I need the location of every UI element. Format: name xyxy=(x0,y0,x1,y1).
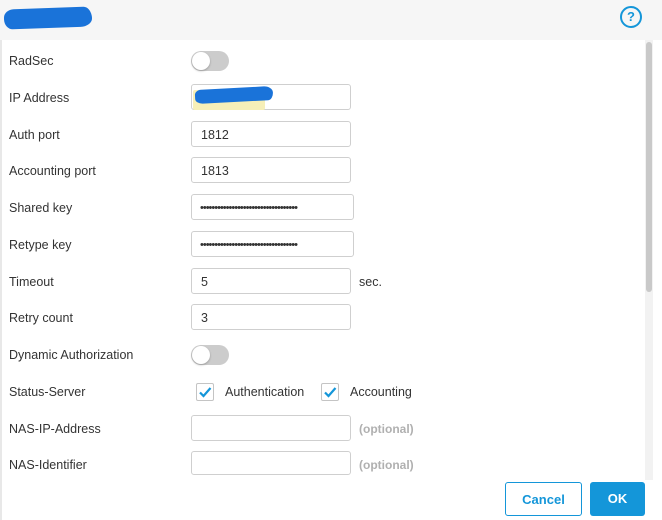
auth-port-input[interactable]: 1812 xyxy=(191,121,351,147)
nas-identifier-row: NAS-Identifier (optional) xyxy=(0,451,640,479)
retry-count-row: Retry count 3 xyxy=(0,304,640,332)
timeout-label: Timeout xyxy=(9,275,54,289)
nas-identifier-label: NAS-Identifier xyxy=(9,458,87,472)
auth-port-label: Auth port xyxy=(9,128,60,142)
radsec-toggle[interactable] xyxy=(191,51,229,71)
status-server-label: Status-Server xyxy=(9,385,86,399)
timeout-row: Timeout 5 sec. xyxy=(0,268,640,296)
retry-count-input[interactable]: 3 xyxy=(191,304,351,330)
toggle-knob xyxy=(192,52,210,70)
scrollbar-thumb[interactable] xyxy=(646,42,652,292)
shared-key-input[interactable]: •••••••••••••••••••••••••••••••••• xyxy=(191,194,354,220)
ok-button[interactable]: OK xyxy=(590,482,645,516)
scrollbar[interactable] xyxy=(645,40,653,480)
status-server-row: Status-Server Authentication Accounting xyxy=(0,378,640,406)
retype-key-label: Retype key xyxy=(9,238,72,252)
authentication-label: Authentication xyxy=(225,385,305,399)
nas-identifier-input[interactable] xyxy=(191,451,351,475)
radsec-label: RadSec xyxy=(9,54,54,68)
accounting-checkbox[interactable] xyxy=(321,383,339,401)
shared-key-label: Shared key xyxy=(9,201,73,215)
accounting-label: Accounting xyxy=(350,385,412,399)
radsec-row: RadSec xyxy=(0,47,640,75)
checkmark-icon xyxy=(324,387,337,398)
dynamic-authorization-toggle[interactable] xyxy=(191,345,229,365)
retype-key-row: Retype key •••••••••••••••••••••••••••••… xyxy=(0,231,640,259)
accounting-port-row: Accounting port 1813 xyxy=(0,157,640,185)
auth-port-row: Auth port 1812 xyxy=(0,121,640,149)
redacted-title xyxy=(3,6,93,30)
retype-key-input[interactable]: •••••••••••••••••••••••••••••••••• xyxy=(191,231,354,257)
nas-ip-address-row: NAS-IP-Address (optional) xyxy=(0,415,640,443)
ip-address-row: IP Address xyxy=(0,84,640,112)
accounting-port-label: Accounting port xyxy=(9,164,96,178)
authentication-checkbox[interactable] xyxy=(196,383,214,401)
accounting-port-input[interactable]: 1813 xyxy=(191,157,351,183)
nas-ip-address-optional-hint: (optional) xyxy=(359,422,414,436)
dynamic-authorization-row: Dynamic Authorization xyxy=(0,341,640,369)
help-icon[interactable]: ? xyxy=(620,6,642,28)
retry-count-label: Retry count xyxy=(9,311,73,325)
nas-ip-address-label: NAS-IP-Address xyxy=(9,422,101,436)
timeout-input[interactable]: 5 xyxy=(191,268,351,294)
dynamic-authorization-label: Dynamic Authorization xyxy=(9,348,134,362)
dialog-footer: Cancel OK xyxy=(0,476,662,520)
nas-identifier-optional-hint: (optional) xyxy=(359,458,414,472)
timeout-unit: sec. xyxy=(359,275,382,289)
ip-address-label: IP Address xyxy=(9,91,70,105)
dialog-header: ? xyxy=(0,0,662,40)
toggle-knob xyxy=(192,346,210,364)
checkmark-icon xyxy=(199,387,212,398)
shared-key-row: Shared key •••••••••••••••••••••••••••••… xyxy=(0,194,640,222)
radius-server-dialog: ? RadSec IP Address Auth port 1812 Accou… xyxy=(0,0,662,520)
cancel-button[interactable]: Cancel xyxy=(505,482,582,516)
nas-ip-address-input[interactable] xyxy=(191,415,351,441)
